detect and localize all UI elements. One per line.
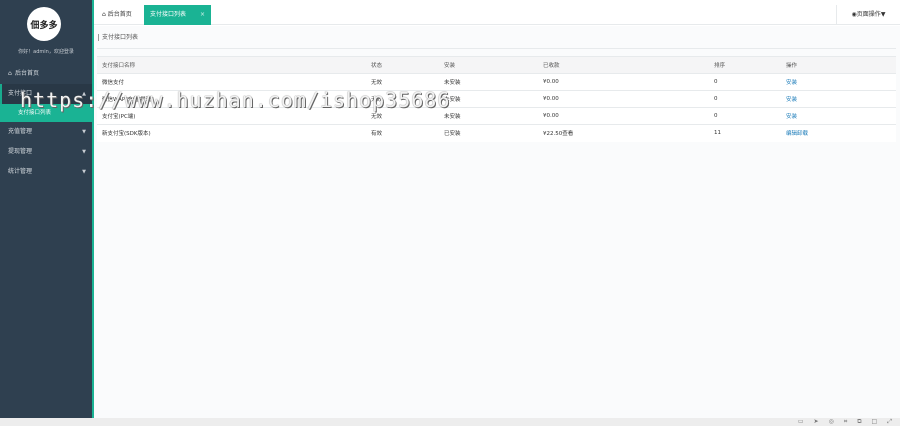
image-icon[interactable]: ▭	[798, 418, 804, 426]
caret-down-icon: ▼	[880, 11, 886, 18]
table-cell: 未安装	[439, 73, 538, 91]
welcome-text: 你好！admin，欢迎登录	[18, 49, 74, 55]
sidebar-item-label: 充值管理	[8, 128, 33, 135]
crop-icon[interactable]: ⌗	[844, 418, 847, 426]
table-cell: 已安装	[439, 124, 538, 142]
sidebar-item-home[interactable]: ⌂ 后台首页	[0, 64, 92, 84]
sidebar-item-label: 统计管理	[8, 168, 33, 175]
table-cell: ¥0.00	[538, 90, 709, 108]
tab-label: 支付接口列表	[150, 11, 187, 18]
table-header-row: 支付接口名称 状态 安装 已收款 排序 操作	[97, 56, 896, 74]
table-cell: 未安装	[439, 107, 538, 125]
table-cell: 新支付宝(SDK版本)	[97, 124, 366, 142]
sidebar-item-label: 后台首页	[15, 70, 40, 77]
expand-icon[interactable]: ⤢	[887, 418, 892, 426]
tab-home[interactable]: ⌂ 后台首页	[96, 5, 138, 25]
main-content: 支付接口列表 支付接口名称 状态 安装 已收款 排序 操作 微信支付 无效 未安…	[94, 26, 900, 418]
footer-icons: ▭ ➤ ◎ ⌗ ⧉ □ ⤢	[798, 418, 892, 426]
install-link[interactable]: 安装	[781, 73, 896, 91]
tab-label: 后台首页	[107, 11, 132, 18]
table-cell: ¥0.00	[538, 73, 709, 91]
table-cell: 11	[709, 124, 781, 142]
install-link[interactable]: 安装	[781, 107, 896, 125]
chevron-down-icon: ▼	[82, 129, 86, 135]
sidebar-item-stats[interactable]: 统计管理 ▼	[0, 162, 92, 182]
table-cell: 0	[709, 73, 781, 91]
table-row: 新支付宝(SDK版本) 有效 已安装 ¥22.50查看 11 编辑卸载	[97, 124, 896, 142]
footer-bar: ▭ ➤ ◎ ⌗ ⧉ □ ⤢	[0, 418, 900, 426]
close-icon[interactable]: ×	[200, 5, 205, 25]
sidebar-nav: ⌂ 后台首页 支付接口 ▲ 支付接口列表 充值管理 ▼ 提现管理 ▼ 统计管理 ▼	[0, 64, 92, 182]
watermark-text: https://www.huzhan.com/ishop35686	[20, 88, 451, 112]
page-operations-button[interactable]: ◉页面操作▼	[836, 5, 900, 25]
panel-title: 支付接口列表	[98, 32, 138, 41]
table-cell: ¥22.50查看	[538, 124, 709, 142]
table-cell: 0	[709, 90, 781, 108]
table-cell: 有效	[366, 124, 439, 142]
copy-icon[interactable]: ⧉	[857, 418, 861, 426]
table-cell: 未安装	[439, 90, 538, 108]
column-header: 已收款	[538, 56, 709, 74]
sidebar-item-withdraw[interactable]: 提现管理 ▼	[0, 142, 92, 162]
home-icon: ⌂	[8, 70, 12, 77]
install-link[interactable]: 安装	[781, 90, 896, 108]
tab-bar: ⌂ 后台首页 支付接口列表 × ◉页面操作▼	[94, 0, 900, 25]
page-op-label: 页面操作	[856, 11, 881, 18]
divider	[97, 48, 896, 49]
window-icon[interactable]: □	[872, 418, 878, 426]
chevron-down-icon: ▼	[82, 149, 86, 155]
tab-payment-list[interactable]: 支付接口列表 ×	[144, 5, 211, 25]
column-header: 状态	[366, 56, 439, 74]
column-header: 操作	[781, 56, 896, 74]
edit-uninstall-link[interactable]: 编辑卸载	[781, 124, 896, 142]
sidebar: 佃多多 你好！admin，欢迎登录 ⌂ 后台首页 支付接口 ▲ 支付接口列表 充值…	[0, 0, 92, 418]
column-header: 排序	[709, 56, 781, 74]
column-header: 支付接口名称	[97, 56, 366, 74]
chevron-down-icon: ▼	[82, 169, 86, 175]
sidebar-item-recharge[interactable]: 充值管理 ▼	[0, 122, 92, 142]
send-icon[interactable]: ➤	[814, 418, 819, 426]
column-header: 安装	[439, 56, 538, 74]
table-cell: ¥0.00	[538, 107, 709, 125]
logo: 佃多多	[27, 7, 61, 41]
sidebar-item-label: 提现管理	[8, 148, 33, 155]
table-cell: 0	[709, 107, 781, 125]
record-icon[interactable]: ◎	[829, 418, 834, 426]
